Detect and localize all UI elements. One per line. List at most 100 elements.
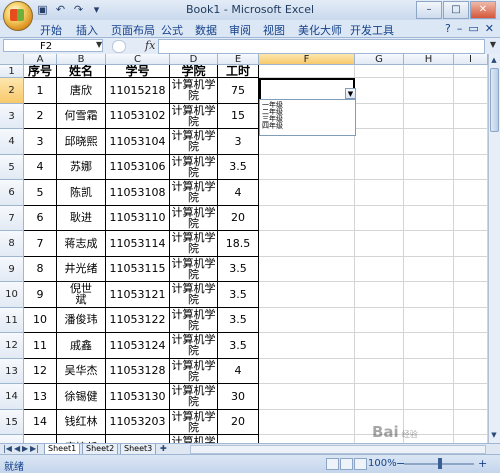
table-cell-hours[interactable]: 20 (218, 409, 259, 435)
row-header[interactable]: 6 (0, 180, 24, 206)
page-break-view-icon[interactable] (354, 458, 367, 470)
grid-cell[interactable] (454, 78, 488, 104)
grid-cell[interactable] (454, 358, 488, 384)
tab-developer[interactable]: 开发工具 (350, 22, 394, 38)
column-header-f[interactable]: F (259, 54, 355, 65)
table-cell-college[interactable]: 计算机学院 (170, 154, 218, 180)
zoom-in-button[interactable]: + (478, 457, 487, 470)
table-cell-hours[interactable]: 4 (218, 180, 259, 206)
row-header[interactable]: 12 (0, 333, 24, 359)
row-header[interactable]: 8 (0, 231, 24, 257)
row-header[interactable]: 10 (0, 282, 24, 308)
table-cell-id[interactable]: 11053205 (106, 435, 170, 443)
grid-cell[interactable] (404, 282, 454, 308)
grid-cell[interactable] (355, 282, 404, 308)
vertical-scroll-thumb[interactable] (490, 68, 499, 132)
formula-input[interactable] (158, 39, 485, 54)
grid-cell[interactable] (259, 180, 355, 206)
table-cell-no[interactable]: 3 (24, 129, 57, 155)
grid-cell[interactable] (404, 103, 454, 129)
grid-cell[interactable] (259, 384, 355, 410)
table-cell-college[interactable]: 计算机学院 (170, 409, 218, 435)
row-header[interactable]: 15 (0, 409, 24, 435)
grid-cell[interactable] (404, 205, 454, 231)
row-header[interactable]: 3 (0, 103, 24, 129)
table-cell-id[interactable]: 11053110 (106, 205, 170, 231)
table-cell-college[interactable]: 计算机学院 (170, 180, 218, 206)
grid-cell[interactable] (355, 205, 404, 231)
vertical-scrollbar[interactable]: ▲ ▼ (488, 54, 500, 443)
grid-cell[interactable] (355, 231, 404, 257)
grid-cell[interactable] (259, 256, 355, 282)
scroll-down-icon[interactable]: ▼ (489, 430, 499, 441)
column-header-g[interactable]: G (355, 54, 404, 65)
grid-cell[interactable] (404, 384, 454, 410)
minimize-button[interactable]: – (416, 1, 442, 19)
row-header[interactable]: 9 (0, 256, 24, 282)
table-cell-no[interactable]: 4 (24, 154, 57, 180)
table-header-cell[interactable]: 序号 (24, 65, 57, 78)
table-cell-id[interactable]: 11053104 (106, 129, 170, 155)
grid-cell[interactable] (355, 103, 404, 129)
next-sheet-icon[interactable]: ▶ (22, 444, 28, 453)
grid-cell[interactable] (259, 435, 355, 443)
table-cell-college[interactable]: 计算机学院 (170, 129, 218, 155)
table-cell-id[interactable]: 11053128 (106, 358, 170, 384)
table-cell-no[interactable]: 6 (24, 205, 57, 231)
worksheet-grid[interactable]: ABCDEFGHI12345678910111213141516序号姓名学号学院… (0, 54, 488, 443)
row-header[interactable]: 4 (0, 129, 24, 155)
zoom-slider-thumb[interactable] (438, 458, 442, 469)
row-header[interactable]: 16 (0, 435, 24, 443)
zoom-level[interactable]: 100% (368, 458, 397, 469)
grid-cell[interactable] (355, 333, 404, 359)
tab-page-layout[interactable]: 页面布局 (111, 22, 155, 38)
table-cell-name[interactable]: 陈凯 (57, 180, 106, 206)
tab-view[interactable]: 视图 (263, 22, 285, 38)
grid-cell[interactable] (454, 256, 488, 282)
grid-cell[interactable] (355, 180, 404, 206)
table-cell-hours[interactable]: 3.5 (218, 256, 259, 282)
grid-cell[interactable] (259, 307, 355, 333)
table-cell-college[interactable]: 计算机学院 (170, 384, 218, 410)
grid-cell[interactable] (259, 333, 355, 359)
table-cell-college[interactable]: 计算机学院 (170, 231, 218, 257)
table-cell-name[interactable]: 井光绪 (57, 256, 106, 282)
tab-review[interactable]: 审阅 (229, 22, 251, 38)
grid-cell[interactable] (355, 154, 404, 180)
table-cell-name[interactable]: 钱红林 (57, 409, 106, 435)
last-sheet-icon[interactable]: ▶| (30, 444, 39, 453)
grid-cell[interactable] (404, 129, 454, 155)
table-cell-hours[interactable]: 3.5 (218, 333, 259, 359)
row-header[interactable]: 7 (0, 205, 24, 231)
grid-cell[interactable] (454, 307, 488, 333)
table-cell-hours[interactable]: 30 (218, 384, 259, 410)
table-cell-college[interactable]: 计算机学院 (170, 333, 218, 359)
tab-data[interactable]: 数据 (195, 22, 217, 38)
grid-cell[interactable] (404, 78, 454, 104)
column-header-c[interactable]: C (106, 54, 170, 65)
table-cell-id[interactable]: 11053121 (106, 282, 170, 308)
help-icon[interactable]: ? (445, 22, 451, 35)
grid-cell[interactable] (259, 231, 355, 257)
table-cell-no[interactable]: 5 (24, 180, 57, 206)
table-cell-name[interactable]: 徐锡健 (57, 384, 106, 410)
table-header-cell[interactable]: 学号 (106, 65, 170, 78)
maximize-button[interactable]: □ (443, 1, 469, 19)
table-cell-college[interactable]: 计算机学院 (170, 256, 218, 282)
insert-function-button[interactable]: fx (145, 39, 155, 52)
name-box[interactable]: F2 (3, 39, 103, 52)
table-cell-name[interactable]: 耿进 (57, 205, 106, 231)
prev-sheet-icon[interactable]: ◀ (14, 444, 20, 453)
column-header-e[interactable]: E (218, 54, 259, 65)
minimize-ribbon-icon[interactable]: – (457, 22, 463, 35)
chevron-down-icon[interactable]: ▼ (96, 40, 102, 49)
column-header-h[interactable]: H (404, 54, 454, 65)
table-cell-college[interactable]: 计算机学院 (170, 78, 218, 104)
table-cell-id[interactable]: 11053102 (106, 103, 170, 129)
table-cell-id[interactable]: 11053124 (106, 333, 170, 359)
table-cell-college[interactable]: 计算机学院 (170, 205, 218, 231)
column-header-i[interactable]: I (454, 54, 488, 65)
table-cell-no[interactable]: 7 (24, 231, 57, 257)
table-cell-no[interactable]: 12 (24, 358, 57, 384)
grid-cell[interactable] (454, 205, 488, 231)
